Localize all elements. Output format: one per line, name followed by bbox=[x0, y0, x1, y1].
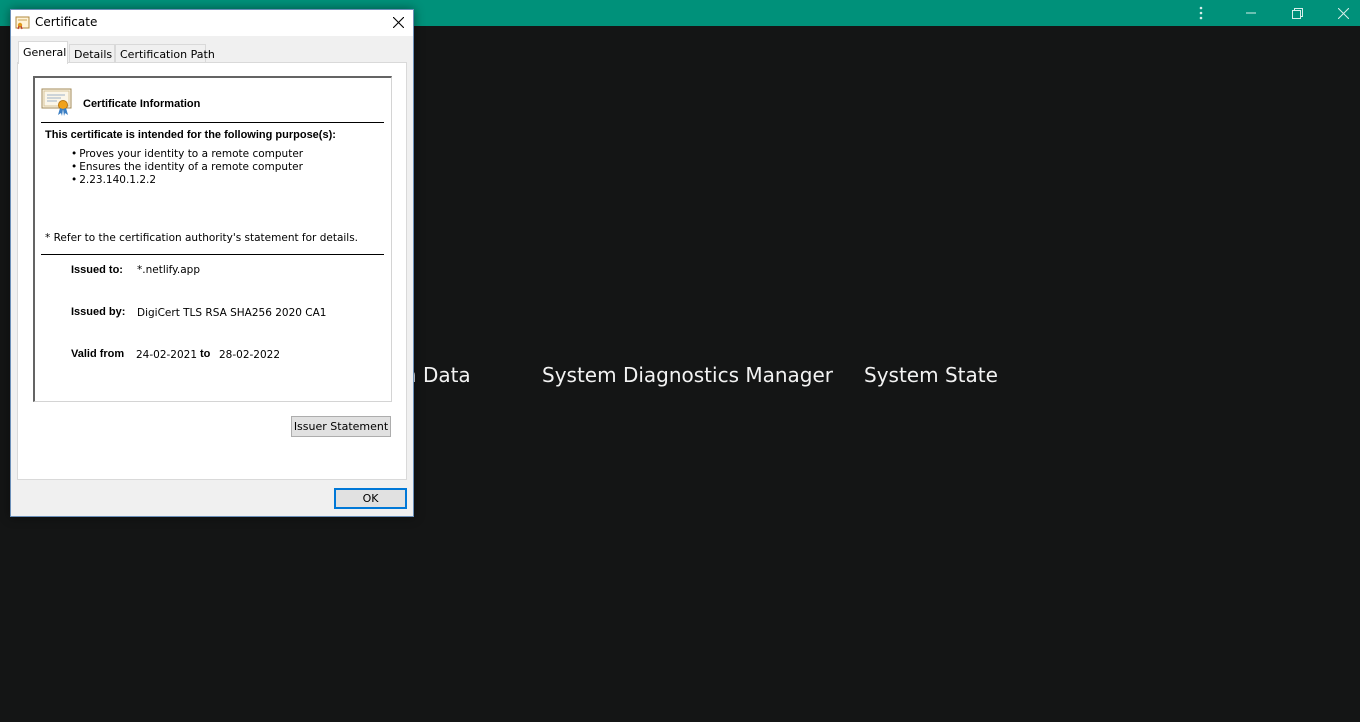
valid-to-label: to bbox=[200, 348, 211, 360]
certificate-small-icon bbox=[15, 15, 30, 35]
dialog-titlebar[interactable]: Certificate bbox=[11, 10, 413, 36]
purpose-item: Ensures the identity of a remote compute… bbox=[71, 161, 303, 174]
app-close-button[interactable] bbox=[1320, 0, 1360, 26]
dialog-close-button[interactable] bbox=[383, 10, 413, 34]
issuer-statement-button[interactable]: Issuer Statement bbox=[291, 416, 391, 437]
purpose-item: 2.23.140.1.2.2 bbox=[71, 174, 303, 187]
minimize-button[interactable] bbox=[1228, 0, 1274, 26]
purpose-heading: This certificate is intended for the fol… bbox=[45, 129, 336, 141]
ok-button[interactable]: OK bbox=[334, 488, 407, 509]
valid-from-label: Valid from bbox=[71, 348, 125, 360]
restore-button[interactable] bbox=[1274, 0, 1320, 26]
certificate-information-panel: Certificate Information This certificate… bbox=[33, 76, 392, 402]
menu-item-system-diagnostics-manager[interactable]: System Diagnostics Manager bbox=[542, 363, 833, 387]
menu-item-system-state[interactable]: System State bbox=[864, 363, 998, 387]
issued-by-label: Issued by: bbox=[71, 306, 126, 318]
general-tab-page: Certificate Information This certificate… bbox=[17, 62, 407, 480]
valid-from-value: 24-02-2021 bbox=[136, 349, 198, 361]
dialog-title: Certificate bbox=[35, 15, 98, 29]
divider bbox=[41, 122, 384, 123]
tab-details[interactable]: Details bbox=[69, 44, 115, 63]
more-options-button[interactable] bbox=[1178, 0, 1224, 26]
valid-to-value: 28-02-2022 bbox=[219, 349, 281, 361]
certificate-icon bbox=[41, 87, 73, 122]
purpose-item: Proves your identity to a remote compute… bbox=[71, 148, 303, 161]
divider bbox=[41, 254, 384, 255]
issued-by-value: DigiCert TLS RSA SHA256 2020 CA1 bbox=[137, 307, 327, 319]
refer-note: * Refer to the certification authority's… bbox=[45, 232, 359, 244]
tab-general[interactable]: General bbox=[18, 41, 68, 64]
issued-to-label: Issued to: bbox=[71, 264, 123, 276]
purpose-list: Proves your identity to a remote compute… bbox=[71, 148, 303, 187]
close-icon bbox=[1337, 7, 1349, 19]
restore-icon bbox=[1291, 7, 1303, 19]
minimize-icon bbox=[1246, 12, 1256, 14]
close-icon bbox=[392, 16, 404, 28]
more-icon bbox=[1199, 6, 1203, 20]
certificate-information-title: Certificate Information bbox=[83, 98, 201, 110]
certificate-dialog: Certificate General Details Certificatio… bbox=[10, 9, 414, 517]
tab-certification-path[interactable]: Certification Path bbox=[115, 44, 215, 63]
issued-to-value: *.netlify.app bbox=[137, 264, 200, 276]
